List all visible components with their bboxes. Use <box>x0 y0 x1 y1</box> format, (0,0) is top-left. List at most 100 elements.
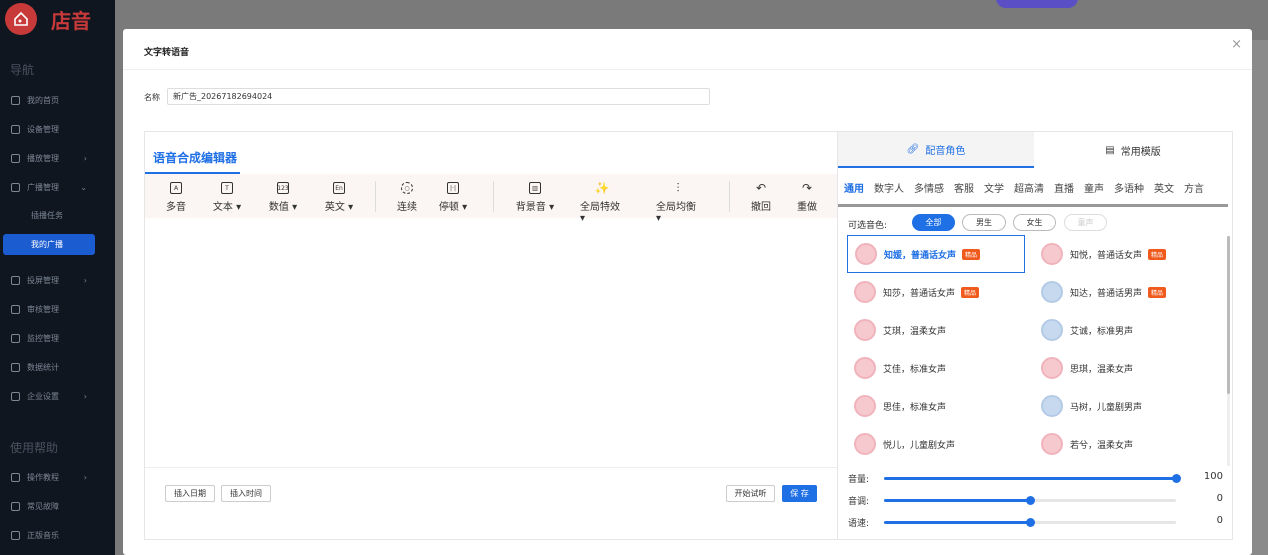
voice-option[interactable]: 思佳，标准女声 <box>847 387 1025 425</box>
toolbar-label: 停顿 ▾ <box>438 202 468 213</box>
sidebar-item-label: 操作教程 <box>27 472 59 482</box>
tts-modal: 文字转语音 × 名称 新广告_20267182694024 语音合成编辑器 A多… <box>123 29 1252 555</box>
voice-option[interactable]: 艾诚，标准男声 <box>1034 311 1212 349</box>
voice-option[interactable]: 知达，普通话男声 精品 <box>1034 273 1212 311</box>
voice-name: 思琪，温柔女声 <box>1070 364 1134 375</box>
name-input[interactable]: 新广告_20267182694024 <box>167 88 710 105</box>
avatar-icon <box>1041 243 1063 265</box>
editor-text-area[interactable] <box>145 218 837 467</box>
chevron-icon: ⌄ <box>80 182 87 192</box>
continuous-icon: ○ <box>401 182 413 194</box>
voice-name: 知达，普通话男声 <box>1070 288 1143 299</box>
tab-voice-roles[interactable]: 🔗︎ 配音角色 <box>838 132 1034 168</box>
voice-option[interactable]: 艾佳，标准女声 <box>847 349 1025 387</box>
toolbar-background-music-button[interactable]: ▥ 背景音 ▾ <box>513 182 557 213</box>
tab-templates[interactable]: ▤ 常用模版 <box>1034 132 1232 168</box>
slider-knob[interactable] <box>1026 518 1035 527</box>
voice-name: 艾琪，温柔女声 <box>883 326 947 337</box>
voice-name: 马树，儿童剧男声 <box>1070 402 1143 413</box>
app-logo[interactable]: 店音 <box>5 3 91 35</box>
voice-option[interactable]: 知莎，普通话女声 精品 <box>847 273 1025 311</box>
sidebar-item[interactable]: 企业设置 › <box>0 385 115 407</box>
avatar-icon <box>1041 357 1063 379</box>
voice-option[interactable]: 知悦，普通话女声 精品 <box>1034 235 1212 273</box>
close-icon[interactable]: × <box>1231 37 1242 52</box>
sidebar-item[interactable]: 监控管理 <box>0 327 115 349</box>
voice-option[interactable]: 若兮，温柔女声 <box>1034 425 1212 463</box>
toolbar-english-button[interactable]: En 英文 ▾ <box>317 182 361 213</box>
help-heading: 使用帮助 <box>10 441 59 455</box>
category-tab[interactable]: 超高清 <box>1014 180 1044 195</box>
category-tab[interactable]: 文学 <box>984 180 1004 195</box>
sidebar-item[interactable]: 投屏管理 › <box>0 269 115 291</box>
slider-track[interactable] <box>884 474 1181 483</box>
horizontal-scrollbar[interactable] <box>838 204 1228 207</box>
voice-option[interactable]: 马树，儿童剧男声 <box>1034 387 1212 425</box>
toolbar-redo-button[interactable]: ↷ 重做 <box>785 181 829 213</box>
insert-date-button[interactable]: 插入日期 <box>165 485 215 502</box>
sidebar-item[interactable]: 操作教程 › <box>0 466 115 488</box>
voice-option[interactable]: 思琪，温柔女声 <box>1034 349 1212 387</box>
sidebar-item-my-broadcast[interactable]: 我的广播 <box>3 234 95 255</box>
voice-name: 艾诚，标准男声 <box>1070 326 1134 337</box>
avatar-icon <box>1041 319 1063 341</box>
slider-track[interactable] <box>884 496 1176 505</box>
editor-title: 语音合成编辑器 <box>153 151 238 165</box>
category-tabs: 通用 数字人 多情感 客服 文学 超高清 直播 童声 多语种 英文 方言 <box>844 180 1214 195</box>
category-tab[interactable]: 童声 <box>1084 180 1104 195</box>
sidebar-item[interactable]: 数据统计 <box>0 356 115 378</box>
sidebar-item-insert-task[interactable]: 插播任务 <box>31 210 63 221</box>
tab-voice-label: 配音角色 <box>925 145 966 157</box>
category-tab[interactable]: 多语种 <box>1114 180 1144 195</box>
save-button[interactable]: 保 存 <box>782 485 817 502</box>
sidebar-item[interactable]: 常见故障 <box>0 495 115 517</box>
sidebar-item[interactable]: 审核管理 <box>0 298 115 320</box>
category-tab[interactable]: 多情感 <box>914 180 944 195</box>
voice-option[interactable]: 悦儿，儿童剧女声 <box>847 425 1025 463</box>
nav-icon <box>11 530 20 540</box>
sidebar-item[interactable]: 正版音乐 <box>0 524 115 546</box>
toolbar-number-button[interactable]: 123 数值 ▾ <box>261 182 305 213</box>
toolbar-continuous-button[interactable]: ○ 连续 <box>385 182 429 213</box>
chevron-icon: › <box>83 391 87 401</box>
nav-heading: 导航 <box>10 63 35 77</box>
avatar-icon <box>854 395 876 417</box>
background-page <box>1252 40 1268 555</box>
filter-pill[interactable]: 女生 <box>1013 214 1056 231</box>
insert-time-button[interactable]: 插入时间 <box>221 485 271 502</box>
category-tab[interactable]: 数字人 <box>874 180 904 195</box>
scrollbar-thumb[interactable] <box>1227 236 1230 394</box>
category-tab[interactable]: 方言 <box>1184 180 1204 195</box>
avatar-icon <box>855 243 877 265</box>
sidebar-item[interactable]: 我的首页 <box>0 89 115 111</box>
toolbar-polyphone-button[interactable]: A 多音 <box>154 182 198 213</box>
voice-option[interactable]: 知媛，普通话女声 精品 <box>847 235 1025 273</box>
category-tab[interactable]: 客服 <box>954 180 974 195</box>
filter-pill[interactable]: 童声 <box>1064 214 1107 231</box>
slider-knob[interactable] <box>1172 474 1181 483</box>
filter-pill[interactable]: 全部 <box>912 214 955 231</box>
toolbar-undo-button[interactable]: ↶ 撤回 <box>739 181 783 213</box>
toolbar-label: 重做 <box>797 202 817 213</box>
avatar-icon <box>854 357 876 379</box>
toolbar-pause-button[interactable]: |·| 停顿 ▾ <box>431 182 475 213</box>
sidebar-item[interactable]: 播放管理 › <box>0 147 115 169</box>
slider-track[interactable] <box>884 518 1176 527</box>
sidebar-item[interactable]: 广播管理 ⌄ <box>0 176 115 198</box>
voice-option[interactable]: 艾琪，温柔女声 <box>847 311 1025 349</box>
toolbar-text-button[interactable]: T 文本 ▾ <box>205 182 249 213</box>
category-tab[interactable]: 通用 <box>844 180 864 195</box>
category-tab[interactable]: 直播 <box>1054 180 1074 195</box>
slider-knob[interactable] <box>1026 496 1035 505</box>
toolbar-divider <box>493 181 494 212</box>
category-tab[interactable]: 英文 <box>1154 180 1174 195</box>
slider-value: 0 <box>1216 493 1223 504</box>
sidebar-item[interactable]: 设备管理 <box>0 118 115 140</box>
preview-button[interactable]: 开始试听 <box>726 485 775 502</box>
nav-icon <box>11 304 20 314</box>
voice-name: 知莎，普通话女声 <box>883 288 956 299</box>
redo-icon: ↷ <box>801 181 813 195</box>
chevron-icon: › <box>83 472 87 482</box>
polyphone-icon: A <box>170 182 182 194</box>
filter-pill[interactable]: 男生 <box>962 214 1006 231</box>
